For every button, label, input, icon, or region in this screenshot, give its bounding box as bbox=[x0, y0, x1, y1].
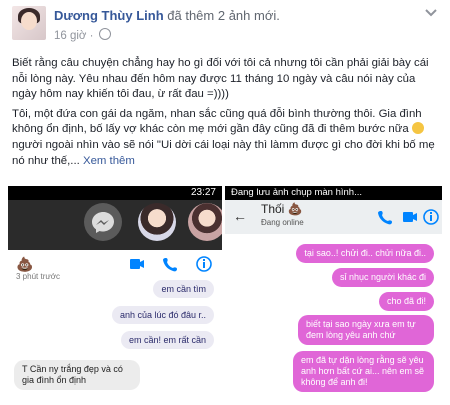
message-bubble: em đã tự dặn lòng rằng sẽ yêu anh hơn bấ… bbox=[293, 351, 434, 392]
message-bubble: biết tại sao ngày xưa em tự đem lòng yêu… bbox=[298, 315, 434, 345]
post-action: đã thêm 2 ảnh mới. bbox=[167, 8, 280, 23]
post-paragraph-1: Biết rằng câu chuyện chẳng hay ho gì đối… bbox=[12, 57, 429, 101]
smile-emoji-icon bbox=[411, 122, 424, 135]
message-bubble: em cần! em rất cần bbox=[120, 331, 214, 349]
poop-emoji: 💩 bbox=[16, 256, 34, 272]
post-meta: 16 giờ · bbox=[54, 28, 111, 42]
message-bubble: cho đã đi! bbox=[378, 292, 434, 311]
chat-heads-bar bbox=[8, 200, 222, 250]
last-active-text: 3 phút trước bbox=[16, 272, 60, 281]
clock-text: 23:27 bbox=[190, 187, 216, 198]
message-bubble: tại sao..! chửi đi.. chửi nữa đi.. bbox=[296, 244, 434, 263]
post-image-left[interactable]: 23:27 💩 3 phút trước em cần tìm anh của … bbox=[8, 186, 222, 405]
avatar[interactable] bbox=[12, 6, 46, 40]
post-time[interactable]: 16 giờ · bbox=[54, 30, 94, 42]
online-status: Đang online bbox=[261, 218, 304, 227]
chat-header: ← Thối 💩 Đang online bbox=[225, 200, 442, 234]
post-header: Dương Thùy Linh đã thêm 2 ảnh mới. 16 gi… bbox=[0, 0, 450, 50]
status-bar: 23:27 bbox=[8, 186, 222, 200]
globe-icon bbox=[98, 28, 111, 40]
post-title: Dương Thùy Linh đã thêm 2 ảnh mới. bbox=[54, 8, 280, 23]
post-text: Biết rằng câu chuyện chẳng hay ho gì đối… bbox=[12, 56, 440, 173]
messenger-chathead-icon bbox=[84, 203, 122, 241]
chevron-down-icon[interactable] bbox=[424, 8, 438, 18]
message-bubble: anh của lúc đó đâu r.. bbox=[111, 306, 214, 324]
back-arrow-icon: ← bbox=[233, 208, 247, 224]
chathead-avatar bbox=[138, 203, 176, 241]
post-paragraph-2: Tôi, một đứa con gái da ngăm, nhan sắc c… bbox=[12, 107, 435, 167]
contact-name: Thối 💩 bbox=[261, 202, 303, 216]
saving-screenshot-text: Đang lưu ảnh chụp màn hình... bbox=[231, 187, 363, 198]
chat-actions-icons bbox=[130, 256, 212, 272]
received-message-bubble: T Cần ny trắng đẹp và có gia đình ổn địn… bbox=[14, 360, 140, 390]
status-bar: Đang lưu ảnh chụp màn hình... bbox=[225, 186, 442, 200]
call-icons bbox=[378, 209, 439, 225]
chat-area: 💩 3 phút trước em cần tìm anh của lúc đó… bbox=[8, 250, 222, 405]
author-name[interactable]: Dương Thùy Linh bbox=[54, 8, 164, 23]
message-bubble: em cần tìm bbox=[153, 280, 214, 298]
chathead-avatar-2 bbox=[188, 203, 222, 241]
see-more-link[interactable]: Xem thêm bbox=[83, 155, 135, 167]
message-bubble: sỉ nhục người khác đi bbox=[332, 268, 434, 287]
post-image-right[interactable]: Đang lưu ảnh chụp màn hình... ← Thối 💩 Đ… bbox=[225, 186, 442, 405]
